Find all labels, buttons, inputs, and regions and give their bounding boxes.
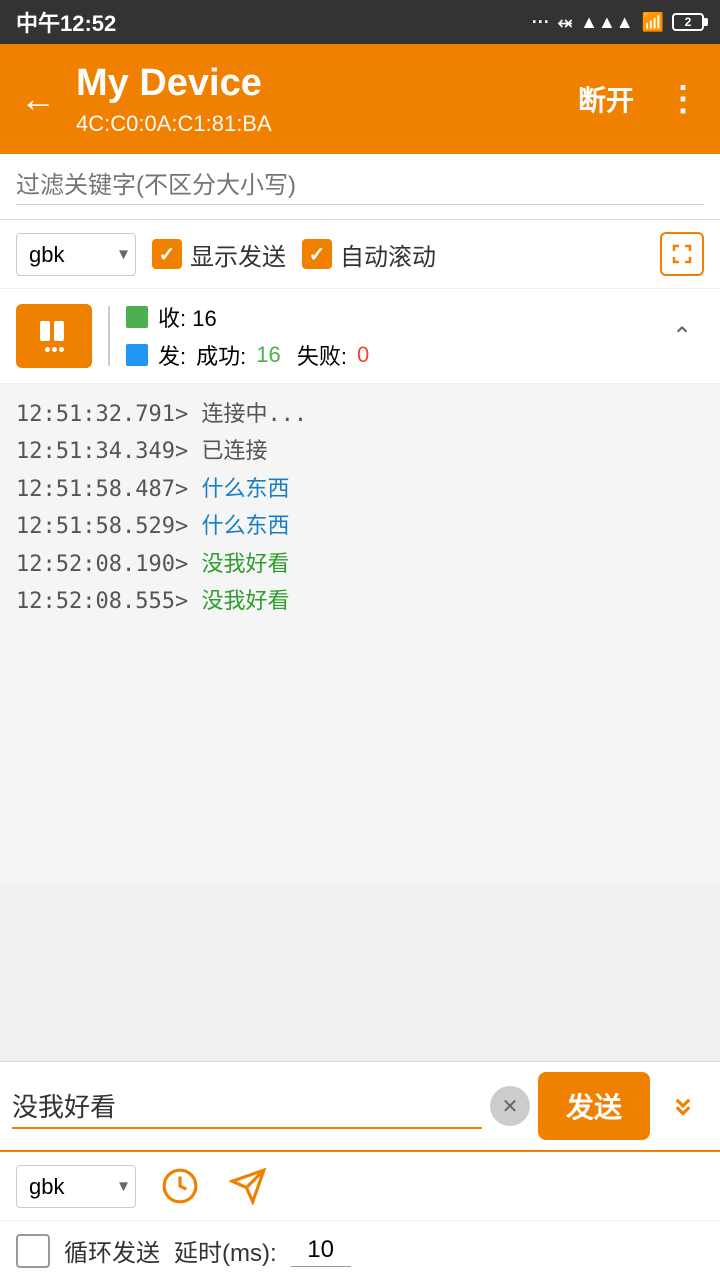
log-timestamp: 12:52:08.555> [16,589,201,614]
filter-input[interactable] [16,168,704,205]
log-line: 12:52:08.190> 没我好看 [16,546,704,583]
collapse-button[interactable]: ⌃ [660,314,704,358]
wifi-icon: 📶 [642,12,664,33]
auto-scroll-label: 自动滚动 [340,237,436,272]
header: ← My Device 4C:C0:0A:C1:81:BA 断开 ⋮ [0,44,720,154]
clear-input-button[interactable]: ✕ [490,1086,530,1126]
send-input[interactable] [12,1084,482,1129]
log-timestamp: 12:51:32.791> [16,402,201,427]
log-timestamp: 12:51:34.349> [16,439,201,464]
auto-scroll-checkbox[interactable] [302,239,332,269]
send-button[interactable]: 发送 [538,1072,650,1140]
loop-row: 循环发送 延时(ms): [0,1221,720,1280]
send-prefix: 发: [158,339,186,371]
show-send-checkbox[interactable] [152,239,182,269]
send-tools-row: gbk utf-8 ▾ [0,1152,720,1221]
stats-row: 收: 16 发: 成功: 16 失败: 0 ⌃ [0,289,720,384]
log-message: 没我好看 [201,589,289,614]
dots-row [45,347,64,352]
back-button[interactable]: ← [12,70,64,128]
log-message: 没我好看 [201,552,289,577]
log-message: 已连接 [201,439,267,464]
send-fail-count: 0 [357,342,369,368]
stats-info: 收: 16 发: 成功: 16 失败: 0 [126,301,660,371]
encoding-select[interactable]: gbk utf-8 [16,233,136,276]
recv-stats: 收: 16 [126,301,660,333]
pause-icon [40,321,68,341]
controls-row: gbk utf-8 ▾ 显示发送 自动滚动 [0,220,720,289]
send-indicator [126,344,148,366]
filter-area [0,154,720,220]
loop-send-label: 循环发送 [64,1233,160,1268]
loop-send-checkbox[interactable] [16,1234,50,1268]
show-send-label: 显示发送 [190,237,286,272]
delay-input[interactable] [291,1234,351,1267]
log-message: 连接中... [201,402,307,427]
log-area: 12:51:32.791> 连接中...12:51:34.349> 已连接12:… [0,384,720,884]
bottom-area: ✕ 发送 gbk utf-8 ▾ [0,1061,720,1280]
device-name: My Device [76,61,554,107]
scroll-down-button[interactable] [658,1081,708,1131]
status-bar-right: ··· ⬾ ▲▲▲ 📶 2 [532,12,704,33]
log-line: 12:52:08.555> 没我好看 [16,583,704,620]
expand-button[interactable] [660,232,704,276]
pause-clear-button[interactable] [16,304,92,368]
signal-dots-icon: ··· [532,12,550,33]
recv-label: 收: 16 [158,301,217,333]
show-send-group: 显示发送 [152,237,286,272]
encoding-select-wrap: gbk utf-8 ▾ [16,233,136,276]
send-file-button[interactable] [224,1162,272,1210]
send-stats: 发: 成功: 16 失败: 0 [126,339,660,371]
send-success-label: 成功: [196,339,246,371]
log-message: 什么东西 [201,514,289,539]
status-time: 中午12:52 [16,6,116,38]
log-message: 什么东西 [201,477,289,502]
disconnect-button[interactable]: 断开 [566,71,646,127]
send-encoding-select[interactable]: gbk utf-8 [16,1165,136,1208]
signal-bars-icon: ▲▲▲ [580,12,633,33]
delay-label: 延时(ms): [174,1233,277,1268]
more-menu-button[interactable]: ⋮ [658,71,708,127]
log-line: 12:51:58.529> 什么东西 [16,508,704,545]
log-timestamp: 12:51:58.487> [16,477,201,502]
mac-address: 4C:C0:0A:C1:81:BA [76,111,554,137]
log-line: 12:51:32.791> 连接中... [16,396,704,433]
send-encoding-wrap: gbk utf-8 ▾ [16,1165,136,1208]
header-title-block: My Device 4C:C0:0A:C1:81:BA [76,61,554,137]
auto-scroll-group: 自动滚动 [302,237,436,272]
log-timestamp: 12:51:58.529> [16,514,201,539]
recv-indicator [126,306,148,328]
battery-icon: 2 [672,13,704,31]
history-button[interactable] [156,1162,204,1210]
send-fail-label: 失败: [291,339,347,371]
log-line: 12:51:58.487> 什么东西 [16,471,704,508]
log-timestamp: 12:52:08.190> [16,552,201,577]
divider [108,306,110,366]
log-line: 12:51:34.349> 已连接 [16,433,704,470]
send-row: ✕ 发送 [0,1062,720,1152]
send-success-count: 16 [256,342,280,368]
status-bar: 中午12:52 ··· ⬾ ▲▲▲ 📶 2 [0,0,720,44]
bluetooth-icon: ⬾ [558,12,572,33]
